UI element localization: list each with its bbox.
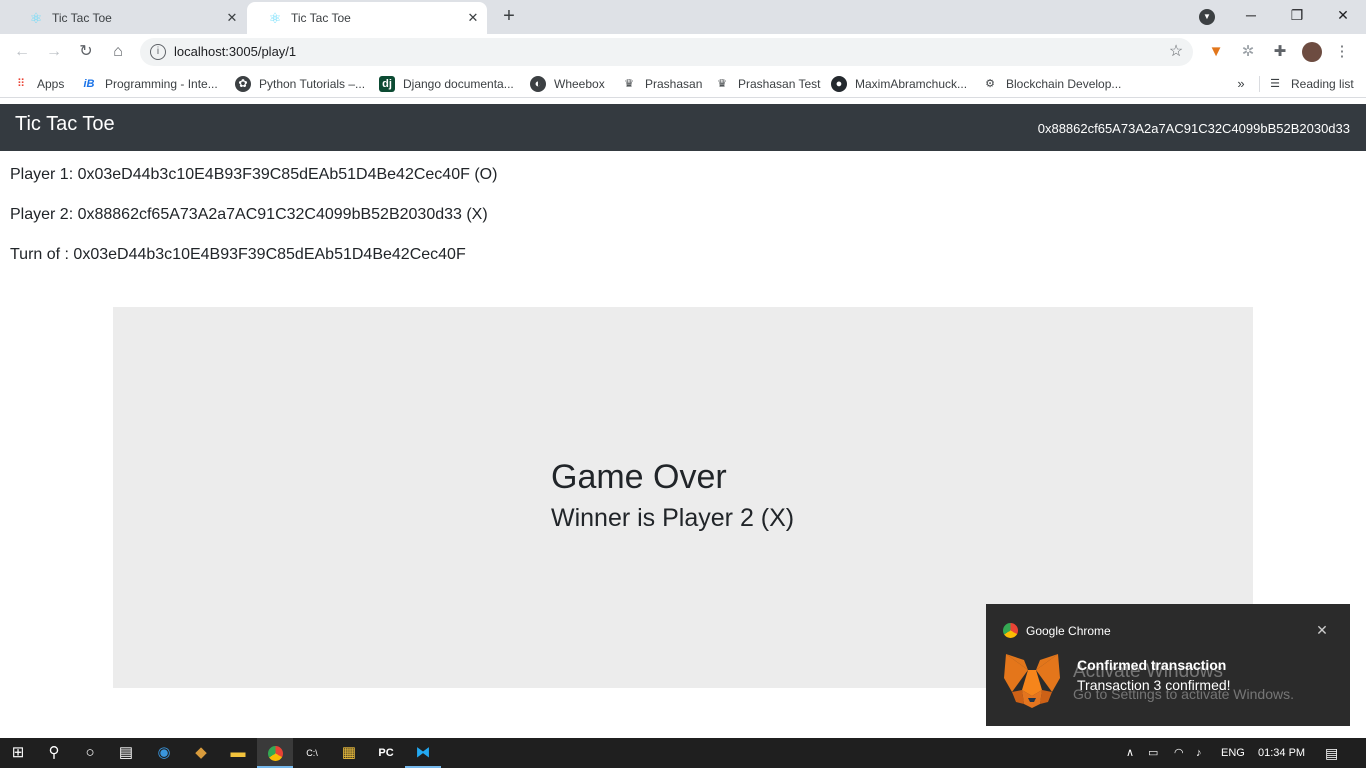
- forward-button[interactable]: →: [42, 40, 66, 64]
- bookmark-label: Blockchain Develop...: [1006, 77, 1122, 91]
- emblem-icon: ♛: [624, 78, 634, 90]
- divider: [1259, 76, 1260, 92]
- python-icon: ✿: [235, 76, 251, 92]
- task-view-icon[interactable]: ▤: [108, 738, 144, 768]
- notification-app-name: Google Chrome: [1026, 624, 1111, 638]
- box-app-icon[interactable]: ◆: [183, 738, 219, 768]
- minimize-button[interactable]: ─: [1228, 0, 1274, 30]
- bookmark-label: Wheebox: [554, 77, 605, 91]
- activate-windows-subtext: Go to Settings to activate Windows.: [1073, 686, 1294, 702]
- bookmark-wheebox[interactable]: ◐ Wheebox: [530, 76, 605, 92]
- ib-icon: iB: [83, 78, 95, 90]
- tab-title: Tic Tac Toe: [291, 11, 351, 25]
- volume-icon[interactable]: ♪: [1196, 745, 1202, 761]
- more-bookmarks-chevron-icon[interactable]: »: [1233, 76, 1249, 92]
- bookmark-label: MaximAbramchuck...: [855, 77, 968, 91]
- react-icon: ⚛: [29, 10, 43, 26]
- bookmark-label: Python Tutorials –...: [259, 77, 366, 91]
- notes-icon[interactable]: ▦: [331, 738, 367, 768]
- bookmark-github[interactable]: ● MaximAbramchuck...: [831, 76, 967, 92]
- tab-active[interactable]: ⚛ Tic Tac Toe ✕: [247, 2, 487, 34]
- bookmark-label: Programming - Inte...: [105, 77, 218, 91]
- bookmark-star-icon[interactable]: ☆: [1166, 42, 1186, 62]
- back-button[interactable]: ←: [10, 40, 34, 64]
- tray-chevron-icon[interactable]: ∧: [1126, 745, 1134, 761]
- chrome-taskbar-icon[interactable]: [257, 738, 293, 768]
- home-button[interactable]: ⌂: [106, 40, 130, 64]
- cortana-icon[interactable]: ○: [72, 738, 108, 768]
- bookmark-prashasan-test[interactable]: ♛ Prashasan Test: [714, 76, 821, 92]
- django-icon: dj: [379, 76, 395, 92]
- bookmark-label: Prashasan Test: [738, 77, 821, 91]
- player2-info: Player 2: 0x88862cf65A73A2a7AC91C32C4099…: [10, 206, 488, 223]
- metamask-icon[interactable]: ▼: [1206, 42, 1226, 62]
- bookmark-blockchain[interactable]: ⚙ Blockchain Develop...: [982, 76, 1121, 92]
- vscode-icon[interactable]: ⧓: [405, 738, 441, 768]
- bookmark-prashasan[interactable]: ♛ Prashasan: [621, 76, 702, 92]
- winner-text: Winner is Player 2 (X): [551, 504, 795, 532]
- close-icon[interactable]: ✕: [465, 10, 481, 26]
- bookmark-programming[interactable]: iB Programming - Inte...: [81, 76, 218, 92]
- chrome-icon: [267, 745, 283, 761]
- notification-close-icon[interactable]: ✕: [1314, 622, 1330, 638]
- reading-list-icon: ☰: [1270, 78, 1280, 90]
- reading-list-button[interactable]: ☰ Reading list: [1267, 76, 1354, 92]
- address-bar[interactable]: [140, 38, 1193, 66]
- search-icon[interactable]: ⚲: [36, 738, 72, 768]
- extension-icon[interactable]: ✲: [1238, 42, 1258, 62]
- github-icon: ●: [831, 76, 847, 92]
- close-icon[interactable]: ✕: [224, 10, 240, 26]
- bookmark-django[interactable]: dj Django documenta...: [379, 76, 514, 92]
- game-over-heading: Game Over: [551, 458, 727, 496]
- react-icon: ⚛: [268, 10, 282, 26]
- tab-inactive[interactable]: ⚛ Tic Tac Toe ✕: [8, 2, 246, 34]
- wifi-icon[interactable]: ◠: [1174, 745, 1184, 761]
- menu-icon[interactable]: ⋮: [1334, 42, 1350, 62]
- tab-search-icon[interactable]: ▼: [1199, 9, 1215, 25]
- action-center-icon[interactable]: ▤: [1325, 745, 1338, 761]
- restore-button[interactable]: ❐: [1274, 0, 1320, 30]
- extensions-puzzle-icon[interactable]: ✚: [1270, 42, 1290, 62]
- url-text[interactable]: localhost:3005/play/1: [174, 44, 296, 60]
- bookmark-apps[interactable]: ⠿ Apps: [13, 76, 64, 92]
- windows-start-icon[interactable]: ⊞: [0, 738, 36, 768]
- account-address: 0x88862cf65A73A2a7AC91C32C4099bB52B2030d…: [1037, 121, 1350, 136]
- profile-avatar[interactable]: [1302, 42, 1322, 62]
- pycharm-icon[interactable]: PC: [368, 738, 404, 768]
- cmd-icon[interactable]: C:\: [294, 738, 330, 768]
- language-indicator[interactable]: ENG: [1221, 745, 1245, 761]
- bookmark-label: Apps: [37, 77, 65, 91]
- window-close-button[interactable]: ✕: [1320, 0, 1366, 30]
- activate-windows-watermark: Activate Windows: [1073, 661, 1223, 682]
- globe-icon: ◐: [530, 76, 546, 92]
- reading-list-label: Reading list: [1291, 77, 1354, 91]
- player1-info: Player 1: 0x03eD44b3c10E4B93F39C85dEAb51…: [10, 166, 498, 183]
- bookmark-label: Django documenta...: [403, 77, 514, 91]
- metamask-fox-icon: [1002, 652, 1062, 710]
- turn-info: Turn of : 0x03eD44b3c10E4B93F39C85dEAb51…: [10, 246, 466, 263]
- bookmark-python[interactable]: ✿ Python Tutorials –...: [235, 76, 365, 92]
- tab-title: Tic Tac Toe: [52, 11, 112, 25]
- battery-icon[interactable]: ▭: [1148, 745, 1158, 761]
- navbar-brand[interactable]: Tic Tac Toe: [15, 112, 115, 136]
- emblem-icon: ♛: [717, 78, 727, 90]
- info-icon[interactable]: i: [150, 44, 166, 60]
- reload-button[interactable]: ↻: [74, 40, 98, 64]
- bookmark-label: Prashasan: [645, 77, 703, 91]
- new-tab-button[interactable]: +: [498, 5, 520, 27]
- chrome-icon: [1003, 623, 1018, 638]
- apps-grid-icon: ⠿: [16, 78, 26, 90]
- blockchain-icon: ⚙: [985, 78, 995, 90]
- edge-icon[interactable]: ◉: [146, 738, 182, 768]
- clock[interactable]: 01:34 PM: [1258, 745, 1305, 761]
- file-explorer-icon[interactable]: ▬: [220, 738, 256, 768]
